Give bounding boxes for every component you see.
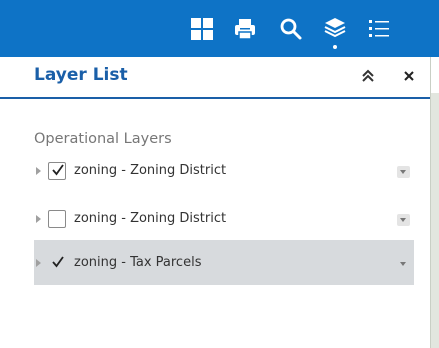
top-toolbar [0,0,439,57]
panel-title: Layer List [34,65,128,85]
list-icon[interactable] [366,16,392,42]
layer-checkbox[interactable] [48,254,66,272]
chevron-down-icon [400,262,406,266]
layer-checkbox[interactable] [48,162,66,180]
layer-label: zoning - Zoning District [74,211,227,226]
layer-row-selected[interactable]: zoning - Tax Parcels [34,240,414,285]
map-edge [430,57,439,348]
expand-icon[interactable] [36,259,41,267]
panel-header: Layer List [0,57,430,97]
layer-label: zoning - Tax Parcels [74,255,202,270]
chevron-down-icon [400,218,406,222]
collapse-icon[interactable] [360,68,376,84]
expand-icon[interactable] [36,167,41,175]
layer-list-panel: Layer List Operational Layers zoning - Z… [0,57,430,348]
close-icon[interactable] [401,68,417,84]
layer-row[interactable]: zoning - Zoning District [34,199,414,239]
search-icon[interactable] [278,16,304,42]
widget-grid-icon[interactable] [189,16,215,42]
chevron-down-icon [400,170,406,174]
expand-icon[interactable] [36,215,41,223]
panel-divider [430,57,431,348]
layer-label: zoning - Zoning District [74,163,227,178]
layer-row[interactable]: zoning - Zoning District [34,151,414,191]
section-label: Operational Layers [34,131,172,147]
print-icon[interactable] [232,16,258,42]
check-icon [52,164,64,176]
layers-icon[interactable] [322,16,348,49]
layer-menu-button[interactable] [397,166,410,178]
check-icon [52,256,64,268]
layer-menu-button[interactable] [397,214,410,226]
map-edge-top [430,57,439,93]
layer-menu-button[interactable] [397,258,410,270]
active-indicator [333,45,337,49]
layer-checkbox[interactable] [48,210,66,228]
header-divider [0,97,430,99]
